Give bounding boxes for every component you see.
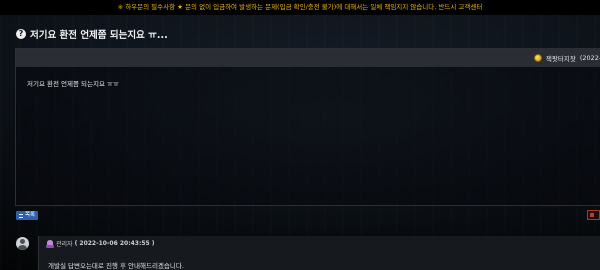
post-date: (2022-10-0 [579,54,600,62]
comment-author: 관리자 [56,241,73,248]
admin-icon [46,239,54,248]
list-icon [19,213,23,218]
list-button-label: 목록 [25,212,36,218]
comment-body: 개발실 답변오는대로 진행 후 안내해드리겠습니다. [48,262,184,270]
notice-banner: ※ 하우문의 필수사항 ★ 문의 없이 입금하여 발생하는 문제(입금 확인/충… [0,0,600,15]
list-button[interactable]: 목록 [16,211,39,220]
avatar [16,237,29,250]
trash-icon [590,213,594,217]
delete-button[interactable] [587,210,600,220]
comment-date: ( 2022-10-06 20:43:55 ) [74,240,155,247]
post-body: 저기요 환전 언제쯤 되는지요 ㅠㅠ [27,80,119,88]
post-title: 저기요 환전 언제쯤 되는지요 ㅠ... [30,30,168,41]
post-header: 잭팟터지잣 (2022-10-0 [16,49,600,67]
post-author[interactable]: 잭팟터지잣 [546,53,576,63]
comment-header: 관리자 ( 2022-10-06 20:43:55 ) [46,239,155,248]
post-author-info: 잭팟터지잣 (2022-10-0 [533,49,600,67]
question-icon: ? [16,29,26,39]
post-panel: 잭팟터지잣 (2022-10-0 저기요 환전 언제쯤 되는지요 ㅠㅠ [15,48,600,206]
comment-box: 관리자 ( 2022-10-06 20:43:55 ) 개발실 답변오는대로 진… [38,236,600,270]
page-title: ? 저기요 환전 언제쯤 되는지요 ㅠ... [16,27,168,41]
coin-level-icon [533,54,542,62]
